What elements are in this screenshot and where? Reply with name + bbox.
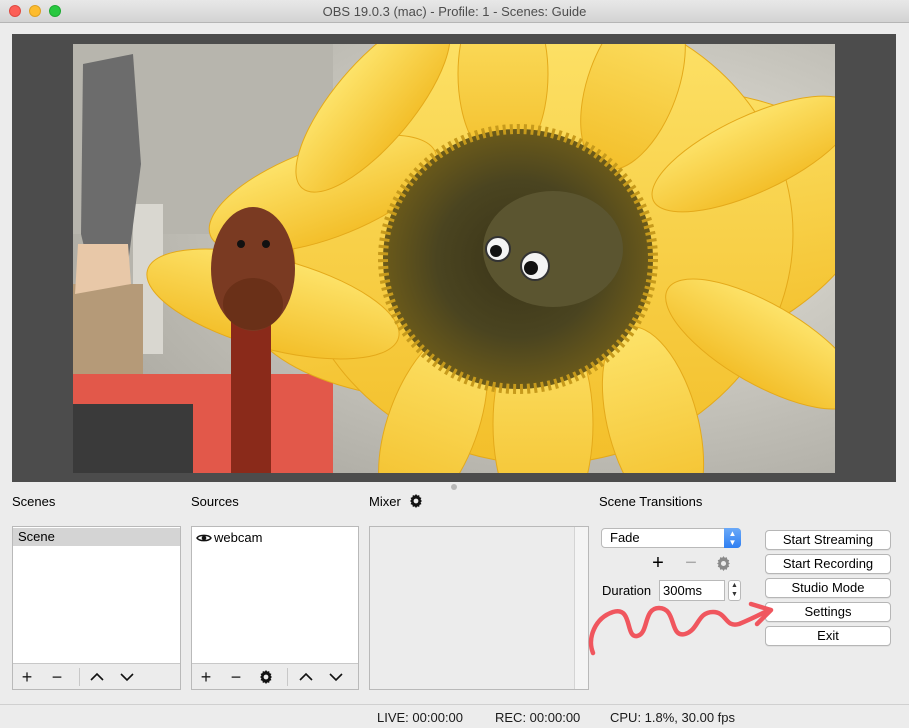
status-bar: LIVE: 00:00:00 REC: 00:00:00 CPU: 1.8%, …	[0, 704, 909, 728]
rec-status: REC: 00:00:00	[495, 710, 581, 725]
scene-transitions-label: Scene Transitions	[599, 494, 703, 509]
duration-label: Duration	[602, 583, 652, 598]
select-arrows-icon: ▲ ▼	[724, 528, 741, 548]
mixer-panel	[369, 526, 589, 690]
scenes-toolbar: + −	[13, 663, 180, 689]
sources-toolbar: + −	[192, 663, 358, 689]
scenes-panel: Scene + −	[12, 526, 181, 690]
live-status: LIVE: 00:00:00	[377, 710, 464, 725]
sources-label: Sources	[191, 494, 239, 509]
source-name: webcam	[214, 530, 263, 545]
title-bar: OBS 19.0.3 (mac) - Profile: 1 - Scenes: …	[0, 0, 909, 23]
move-source-down-chevron-down-icon[interactable]	[325, 667, 347, 687]
remove-source-minus-icon[interactable]: −	[225, 667, 247, 687]
obs-window: OBS 19.0.3 (mac) - Profile: 1 - Scenes: …	[0, 0, 909, 728]
sunflower-image	[73, 44, 835, 473]
scenes-label: Scenes	[12, 494, 56, 509]
move-scene-down-chevron-down-icon[interactable]	[116, 667, 138, 687]
scene-list-item[interactable]: Scene	[13, 528, 180, 546]
transition-selected-value: Fade	[610, 530, 640, 545]
add-source-plus-icon[interactable]: +	[195, 667, 217, 687]
mixer-gear-icon[interactable]	[408, 493, 424, 509]
move-source-up-chevron-up-icon[interactable]	[295, 667, 317, 687]
start-recording-button[interactable]: Start Recording	[765, 554, 891, 574]
add-scene-plus-icon[interactable]: +	[16, 667, 38, 687]
source-list-item[interactable]: webcam	[192, 529, 358, 547]
remove-transition-minus-icon[interactable]: −	[681, 552, 701, 574]
toolbar-divider	[287, 668, 288, 686]
source-visibility-eye-icon[interactable]	[196, 530, 214, 548]
move-scene-up-chevron-up-icon[interactable]	[86, 667, 108, 687]
splitter-handle[interactable]	[451, 484, 457, 490]
toolbar-divider	[79, 668, 80, 686]
studio-mode-button[interactable]: Studio Mode	[765, 578, 891, 598]
webcam-preview-image	[73, 44, 835, 473]
cpu-status: CPU: 1.8%, 30.00 fps	[610, 710, 736, 725]
start-streaming-button[interactable]: Start Streaming	[765, 530, 891, 550]
annotation-arrow-icon	[588, 601, 774, 656]
add-transition-plus-icon[interactable]: +	[648, 552, 668, 574]
source-properties-gear-icon[interactable]	[255, 667, 277, 687]
transition-select[interactable]: Fade ▲ ▼	[601, 528, 741, 548]
mixer-label: Mixer	[369, 494, 401, 509]
transition-properties-gear-icon[interactable]	[713, 553, 733, 573]
preview-area[interactable]	[12, 34, 896, 482]
remove-scene-minus-icon[interactable]: −	[46, 667, 68, 687]
sources-panel: webcam + −	[191, 526, 359, 690]
window-title: OBS 19.0.3 (mac) - Profile: 1 - Scenes: …	[322, 4, 587, 19]
